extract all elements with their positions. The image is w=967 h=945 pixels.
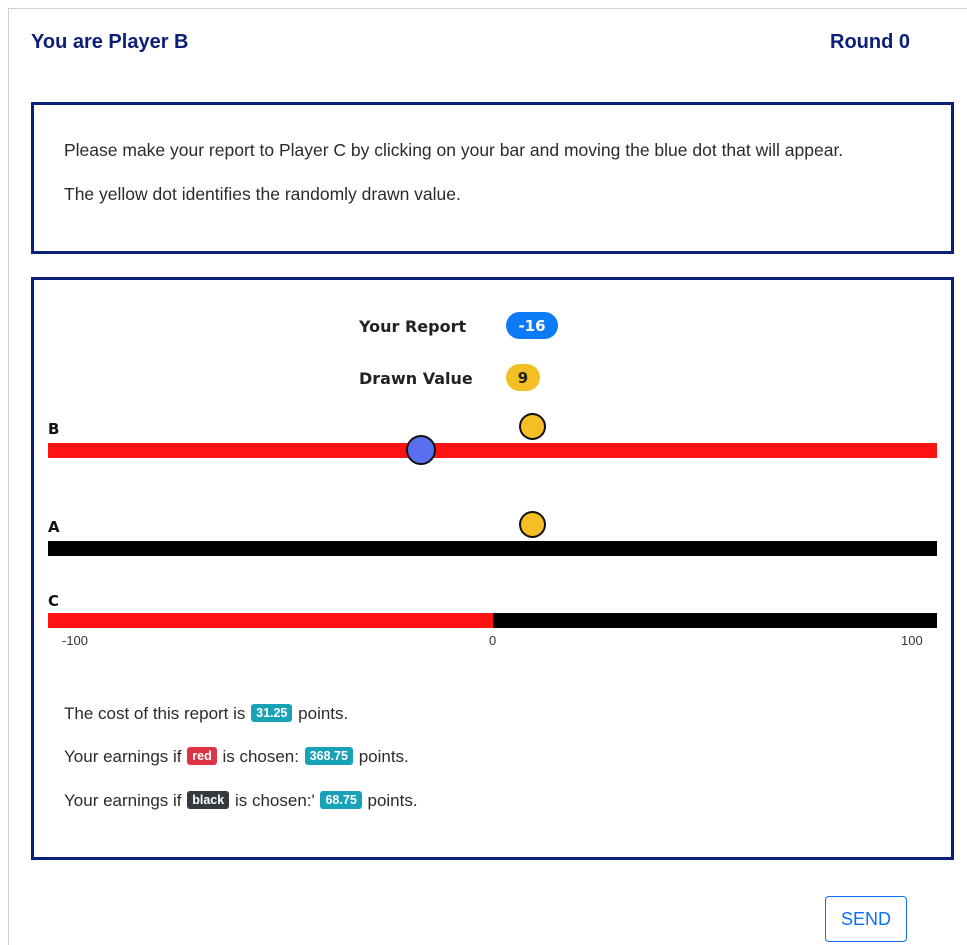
red-earnings-suffix: points. <box>358 747 409 766</box>
tick-max: 100 <box>901 633 923 648</box>
bar-c <box>48 613 937 628</box>
black-earnings-suffix: points. <box>367 791 418 810</box>
send-button[interactable]: SEND <box>825 896 907 942</box>
player-title: You are Player B <box>31 31 189 53</box>
instruction-text-2: The yellow dot identifies the randomly d… <box>64 184 461 204</box>
red-tag-badge: red <box>187 747 217 765</box>
bar-a <box>48 541 937 556</box>
cost-line: The cost of this report is 31.25 points. <box>64 704 348 724</box>
report-panel: Your Report -16 Drawn Value 9 B A C -100… <box>31 277 954 860</box>
bar-b-label: B <box>48 420 60 438</box>
cost-suffix: points. <box>298 704 349 723</box>
instruction-text-1: Please make your report to Player C by c… <box>64 140 844 160</box>
drawn-value-badge: 9 <box>506 364 540 391</box>
report-value-badge: -16 <box>506 312 558 339</box>
bar-a-drawn-dot <box>519 511 546 538</box>
red-earnings-prefix: Your earnings if <box>64 747 182 766</box>
tick-min: -100 <box>62 633 89 648</box>
drawn-value-label: Drawn Value <box>359 369 473 388</box>
instructions-panel: Please make your report to Player C by c… <box>31 102 954 254</box>
black-earnings-line: Your earnings if black is chosen:' 68.75… <box>64 791 418 811</box>
red-earnings-value-badge: 368.75 <box>304 747 353 765</box>
black-earnings-prefix: Your earnings if <box>64 791 182 810</box>
bar-c-label: C <box>48 592 60 610</box>
bar-b[interactable] <box>48 443 937 458</box>
bar-a-label: A <box>48 518 60 536</box>
black-tag-badge: black <box>187 791 230 809</box>
red-earnings-line: Your earnings if red is chosen: 368.75 p… <box>64 747 409 767</box>
bar-b-drawn-dot <box>519 413 546 440</box>
black-earnings-middle: is chosen:' <box>234 791 315 810</box>
tick-zero: 0 <box>489 633 497 648</box>
black-earnings-value-badge: 68.75 <box>320 791 362 809</box>
cost-prefix: The cost of this report is <box>64 704 246 723</box>
bar-b-report-dot[interactable] <box>406 435 437 465</box>
round-title: Round 0 <box>830 31 910 53</box>
report-label: Your Report <box>359 317 467 336</box>
bar-c-red-segment <box>48 613 493 628</box>
red-earnings-middle: is chosen: <box>222 747 299 766</box>
cost-value-badge: 31.25 <box>251 704 293 722</box>
